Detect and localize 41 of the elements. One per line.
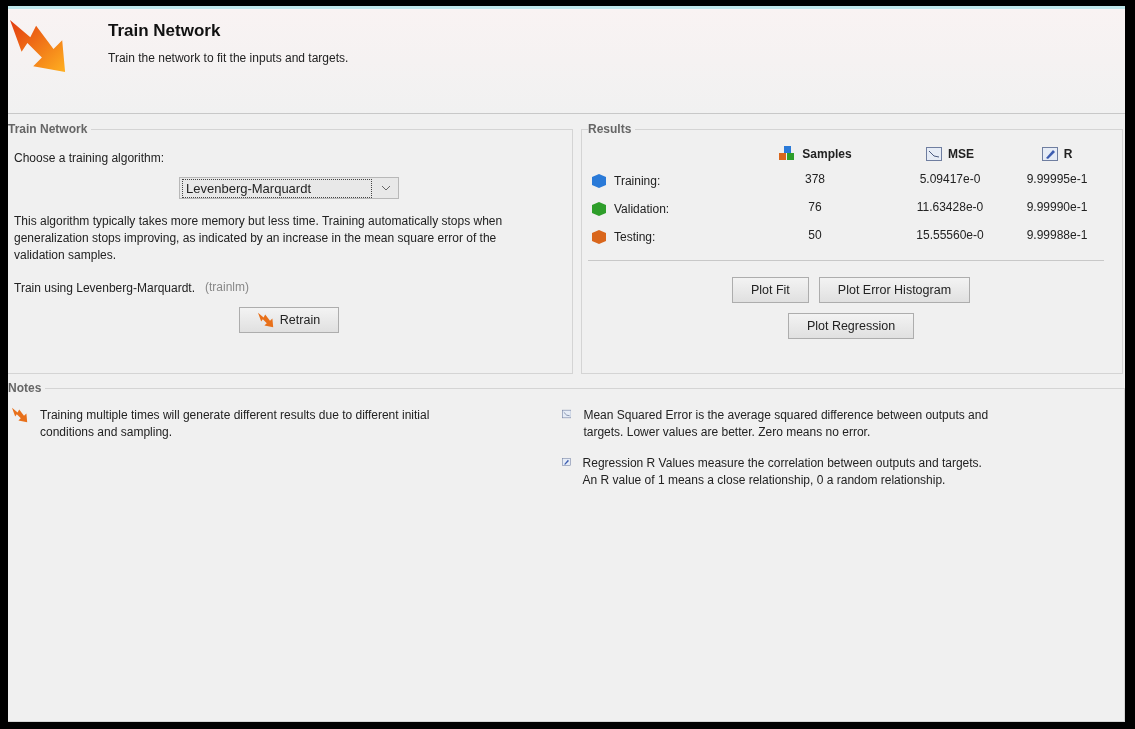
table-cell-text: 76 [807,200,823,216]
table-cell-text: 50 [807,228,823,244]
note-text: Training multiple times will generate different results due to different initial conditions and sampling. [40,407,431,441]
row-label: Testing: [614,230,656,244]
pencil-icon [562,455,571,469]
pencil-icon [1041,147,1058,161]
row-label: Training: [614,174,661,188]
table-cell-text: 5.09417e-0 [918,172,982,188]
row-label: Validation: [614,202,670,216]
method-text: Train using Levenberg-Marquardt. [14,280,195,297]
retrain-button[interactable]: Retrain [238,307,340,333]
cubes-icon [778,146,797,162]
table-cell-text: 15.55560e-0 [915,228,985,244]
table-cell-text: 11.63428e-0 [915,200,985,216]
lightning-arrow-icon [10,17,68,75]
note-text: Regression R Values measure the correlation between outputs and targets. An R value of 1 means a close relationship, 0 a random relationship. [582,455,983,489]
column-header: MSE [948,147,974,161]
table-cell-text: 9.99990e-1 [1025,200,1089,216]
plot-button[interactable]: Plot Fit [731,277,809,303]
column-header: R [1063,147,1073,161]
table-cell-text: 9.99995e-1 [1025,172,1089,188]
lightning-arrow-icon [257,312,274,328]
chart-icon [562,407,572,421]
table-cell-text: 378 [804,172,826,188]
lightning-arrow-icon [12,407,28,423]
panel-title: Results [588,122,636,136]
plot-button[interactable]: Plot Regression [787,313,915,339]
panel-title: Notes [8,381,46,395]
method-code: (trainlm) [205,280,249,296]
plot-button[interactable]: Plot Error Histogram [818,277,971,303]
note-text: Mean Squared Error is the average squared difference between outputs and targets. Lower values are better. Zero means no error. [583,407,990,441]
page-title: Train Network [108,21,222,41]
table-cell-text: 9.99988e-1 [1025,228,1089,244]
page-subtitle: Train the network to fit the inputs and targets. [108,51,349,65]
panel-title: Train Network [8,122,92,136]
prompt-text: Choose a training algorithm: [14,150,166,167]
algorithm-description: This algorithm typically takes more memory but less time. Training automatically stops when generalization stops improving, as indicated by an increase in the mean square error of the validation samples. [14,213,504,264]
column-header: Samples [802,147,852,161]
algorithm-dropdown[interactable]: Levenberg-Marquardt [179,177,399,199]
chevron-down-icon [380,184,392,192]
chart-icon [926,147,942,161]
